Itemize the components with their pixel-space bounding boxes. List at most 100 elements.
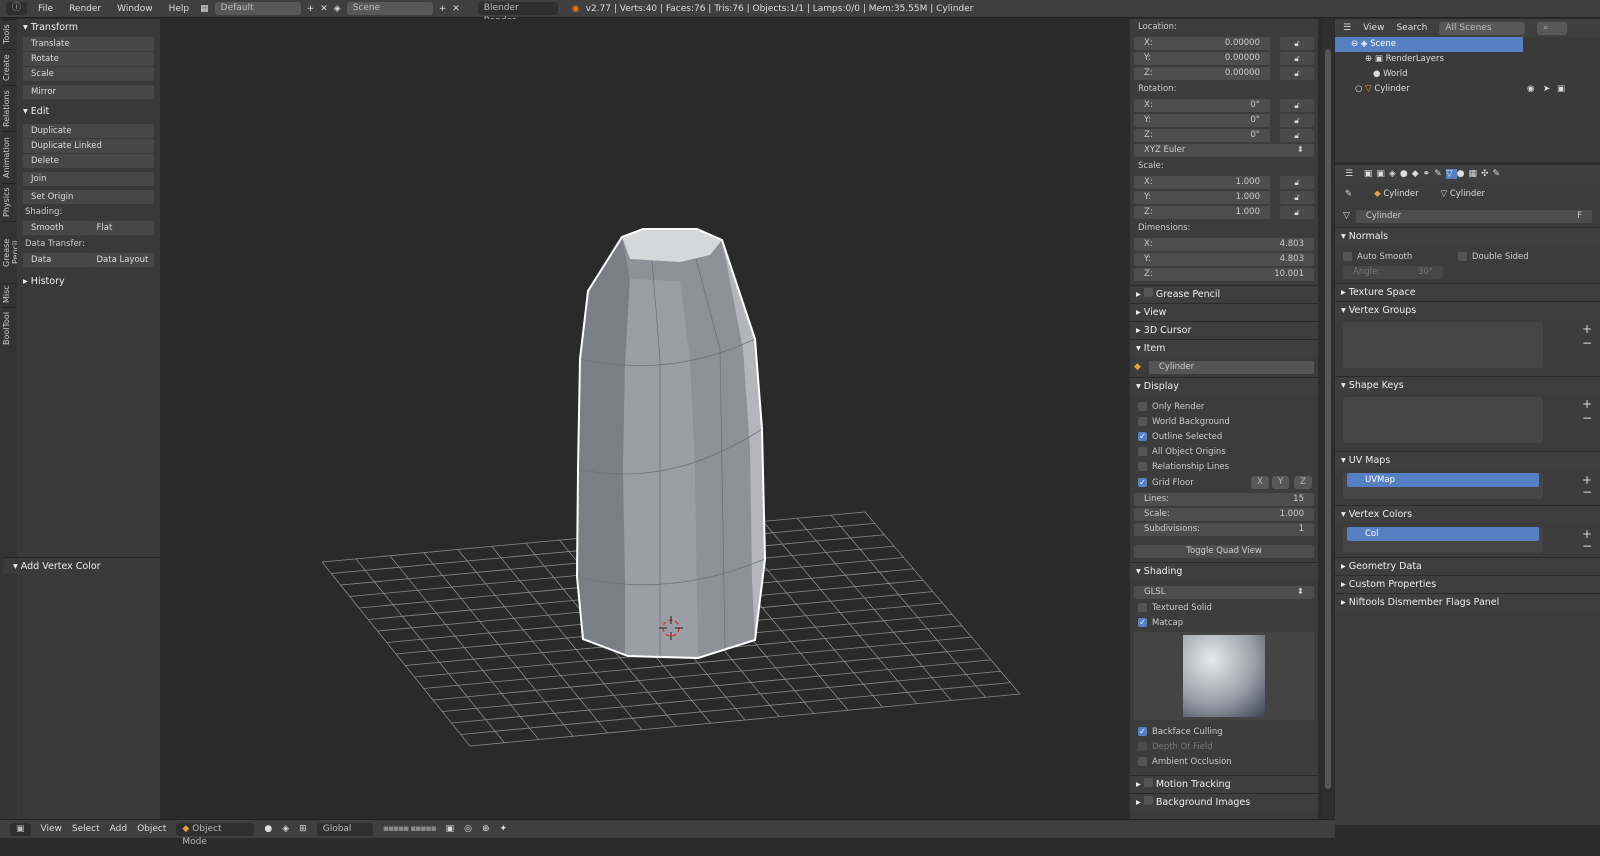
tab-physics[interactable]: Physics xyxy=(2,183,16,221)
viewport-canvas[interactable] xyxy=(160,19,1128,819)
outliner-item-cylinder[interactable]: ○ ▽ Cylinder ◉ ➤ ▣ xyxy=(1335,82,1600,97)
grid-lines-field[interactable]: Lines: 15 xyxy=(1134,492,1314,506)
menu-file[interactable]: File xyxy=(33,4,58,14)
join-button[interactable]: Join xyxy=(23,172,154,186)
add-shape-key-button[interactable]: + xyxy=(1582,397,1592,411)
info-editor-icon[interactable]: ⓘ xyxy=(6,2,28,15)
item-panel-header[interactable]: ▾ Item xyxy=(1130,339,1318,357)
operator-panel-header[interactable]: ▾ Add Vertex Color xyxy=(3,557,160,574)
relationship-lines-checkbox[interactable]: Relationship Lines xyxy=(1130,459,1318,474)
vertex-color-item[interactable]: Col xyxy=(1347,527,1539,541)
view-panel-header[interactable]: ▸ View xyxy=(1130,303,1318,321)
scene-select[interactable]: Scene xyxy=(346,2,433,15)
tab-booltool[interactable]: BoolTool xyxy=(2,307,16,349)
grid-subdivisions-field[interactable]: Subdivisions: 1 xyxy=(1134,522,1314,536)
tab-grease-pencil[interactable]: Grease Pencil xyxy=(2,221,20,283)
cylinder-mesh[interactable] xyxy=(575,228,767,660)
menu-add[interactable]: Add xyxy=(110,824,127,834)
normals-panel-header[interactable]: ▾ Normals xyxy=(1335,227,1600,245)
matcap-checkbox[interactable]: ✓ Matcap xyxy=(1130,615,1318,630)
grease-pencil-panel-header[interactable]: ▸ Grease Pencil xyxy=(1130,285,1318,303)
all-object-origins-checkbox[interactable]: All Object Origins xyxy=(1130,444,1318,459)
add-scene-button[interactable]: + xyxy=(439,4,447,14)
render-camera-icon[interactable]: ▣ xyxy=(1557,82,1565,97)
outliner-search-menu[interactable]: Search xyxy=(1396,23,1427,33)
menu-select[interactable]: Select xyxy=(72,824,100,834)
lock-icon[interactable]: 🔓︎ xyxy=(1280,205,1314,219)
menu-view[interactable]: View xyxy=(41,824,62,834)
layers-grid[interactable]: ▪▪▪▪▪ ▪▪▪▪▪ xyxy=(383,824,437,834)
texture-space-panel-header[interactable]: ▸ Texture Space xyxy=(1335,283,1600,301)
custom-properties-panel-header[interactable]: ▸ Custom Properties xyxy=(1335,575,1600,593)
data-button[interactable]: Data xyxy=(23,253,89,267)
snap-icon[interactable]: ⊕ xyxy=(482,824,490,834)
remove-vertex-group-button[interactable]: − xyxy=(1582,336,1592,350)
shape-keys-panel-header[interactable]: ▾ Shape Keys xyxy=(1335,376,1600,394)
grid-z-toggle[interactable]: Z xyxy=(1294,476,1312,489)
remove-layout-button[interactable]: ✕ xyxy=(320,4,328,14)
display-panel-header[interactable]: ▾ Display xyxy=(1130,377,1318,395)
lock-icon[interactable]: 🔓︎ xyxy=(1280,36,1314,50)
3d-viewport[interactable] xyxy=(160,19,1128,819)
smooth-button[interactable]: Smooth xyxy=(23,221,89,235)
add-vertex-group-button[interactable]: + xyxy=(1582,322,1592,336)
tab-create[interactable]: Create xyxy=(2,49,16,85)
ambient-occlusion-checkbox[interactable]: Ambient Occlusion xyxy=(1130,754,1318,769)
depth-of-field-checkbox[interactable]: Depth Of Field xyxy=(1130,739,1318,754)
menu-window[interactable]: Window xyxy=(112,4,158,14)
uv-map-item[interactable]: UVMap xyxy=(1347,473,1539,487)
auto-smooth-angle-field[interactable]: Angle: 30° xyxy=(1343,265,1443,279)
shading-panel-header[interactable]: ▾ Shading xyxy=(1130,562,1318,580)
lock-icon[interactable]: 🔓︎ xyxy=(1280,128,1314,142)
flat-button[interactable]: Flat xyxy=(88,221,154,235)
remove-scene-button[interactable]: ✕ xyxy=(452,4,460,14)
transform-orientation-select[interactable]: Global xyxy=(316,822,373,836)
double-sided-checkbox[interactable]: Double Sided xyxy=(1450,249,1529,264)
motion-tracking-panel-header[interactable]: ▸ Motion Tracking xyxy=(1130,775,1318,793)
lock-icon[interactable]: 🔓︎ xyxy=(1280,98,1314,112)
outline-selected-checkbox[interactable]: ✓ Outline Selected xyxy=(1130,429,1318,444)
geometry-data-panel-header[interactable]: ▸ Geometry Data xyxy=(1335,557,1600,575)
rotation-z-field[interactable]: Z: 0° xyxy=(1134,128,1270,142)
menu-object[interactable]: Object xyxy=(137,824,166,834)
location-x-field[interactable]: X: 0.00000 xyxy=(1134,36,1270,50)
mesh-name-field[interactable]: Cylinder F xyxy=(1355,209,1592,223)
remove-vertex-color-button[interactable]: − xyxy=(1582,539,1592,553)
grid-scale-field[interactable]: Scale: 1.000 xyxy=(1134,507,1314,521)
grid-floor-checkbox[interactable]: ✓ Grid Floor XYZ xyxy=(1130,474,1318,491)
lock-layers-icon[interactable]: ▣ xyxy=(446,824,455,834)
duplicate-linked-button[interactable]: Duplicate Linked xyxy=(23,139,154,153)
duplicate-button[interactable]: Duplicate xyxy=(23,124,154,138)
toggle-quad-view-button[interactable]: Toggle Quad View xyxy=(1134,544,1314,558)
scale-button[interactable]: Scale xyxy=(23,67,154,81)
outliner-item-world[interactable]: ● World xyxy=(1335,67,1600,82)
visibility-eye-icon[interactable]: ◉ xyxy=(1527,82,1534,97)
rotation-mode-select[interactable]: XYZ Euler ⬍ xyxy=(1134,143,1314,157)
lock-icon[interactable]: 🔓︎ xyxy=(1280,51,1314,65)
editor-type-icon[interactable]: ▣ xyxy=(10,822,31,836)
rotation-y-field[interactable]: Y: 0° xyxy=(1134,113,1270,127)
lock-icon[interactable]: 🔓︎ xyxy=(1280,175,1314,189)
dimensions-x-field[interactable]: X: 4.803 xyxy=(1134,237,1314,251)
menu-help[interactable]: Help xyxy=(164,4,195,14)
properties-scrollbar[interactable] xyxy=(1322,19,1334,819)
uv-maps-list[interactable]: UVMap xyxy=(1343,473,1543,499)
location-z-field[interactable]: Z: 0.00000 xyxy=(1134,66,1270,80)
fake-user-button[interactable]: F xyxy=(1577,210,1582,223)
only-render-checkbox[interactable]: Only Render xyxy=(1130,399,1318,414)
render-engine-select[interactable]: Blender Render xyxy=(477,2,558,26)
rotation-x-field[interactable]: X: 0° xyxy=(1134,98,1270,112)
outliner-search-icon[interactable]: ⌕ xyxy=(1537,21,1568,35)
dimensions-z-field[interactable]: Z: 10.001 xyxy=(1134,267,1314,281)
scale-x-field[interactable]: X: 1.000 xyxy=(1134,175,1270,189)
delete-button[interactable]: Delete xyxy=(23,154,154,168)
scale-y-field[interactable]: Y: 1.000 xyxy=(1134,190,1270,204)
menu-render[interactable]: Render xyxy=(64,4,106,14)
mesh-datablock-icon[interactable]: ▽ xyxy=(1343,211,1350,221)
vertex-colors-list[interactable]: Col xyxy=(1343,527,1543,553)
layout-select[interactable]: Default xyxy=(214,2,301,15)
scale-z-field[interactable]: Z: 1.000 xyxy=(1134,205,1270,219)
properties-context-tabs[interactable]: ☰ ▣▣◈●◆⚭✎▽●▦✣✎ xyxy=(1335,165,1600,183)
background-images-panel-header[interactable]: ▸ Background Images xyxy=(1130,793,1318,811)
mode-select[interactable]: ◆ Object Mode xyxy=(176,822,255,847)
